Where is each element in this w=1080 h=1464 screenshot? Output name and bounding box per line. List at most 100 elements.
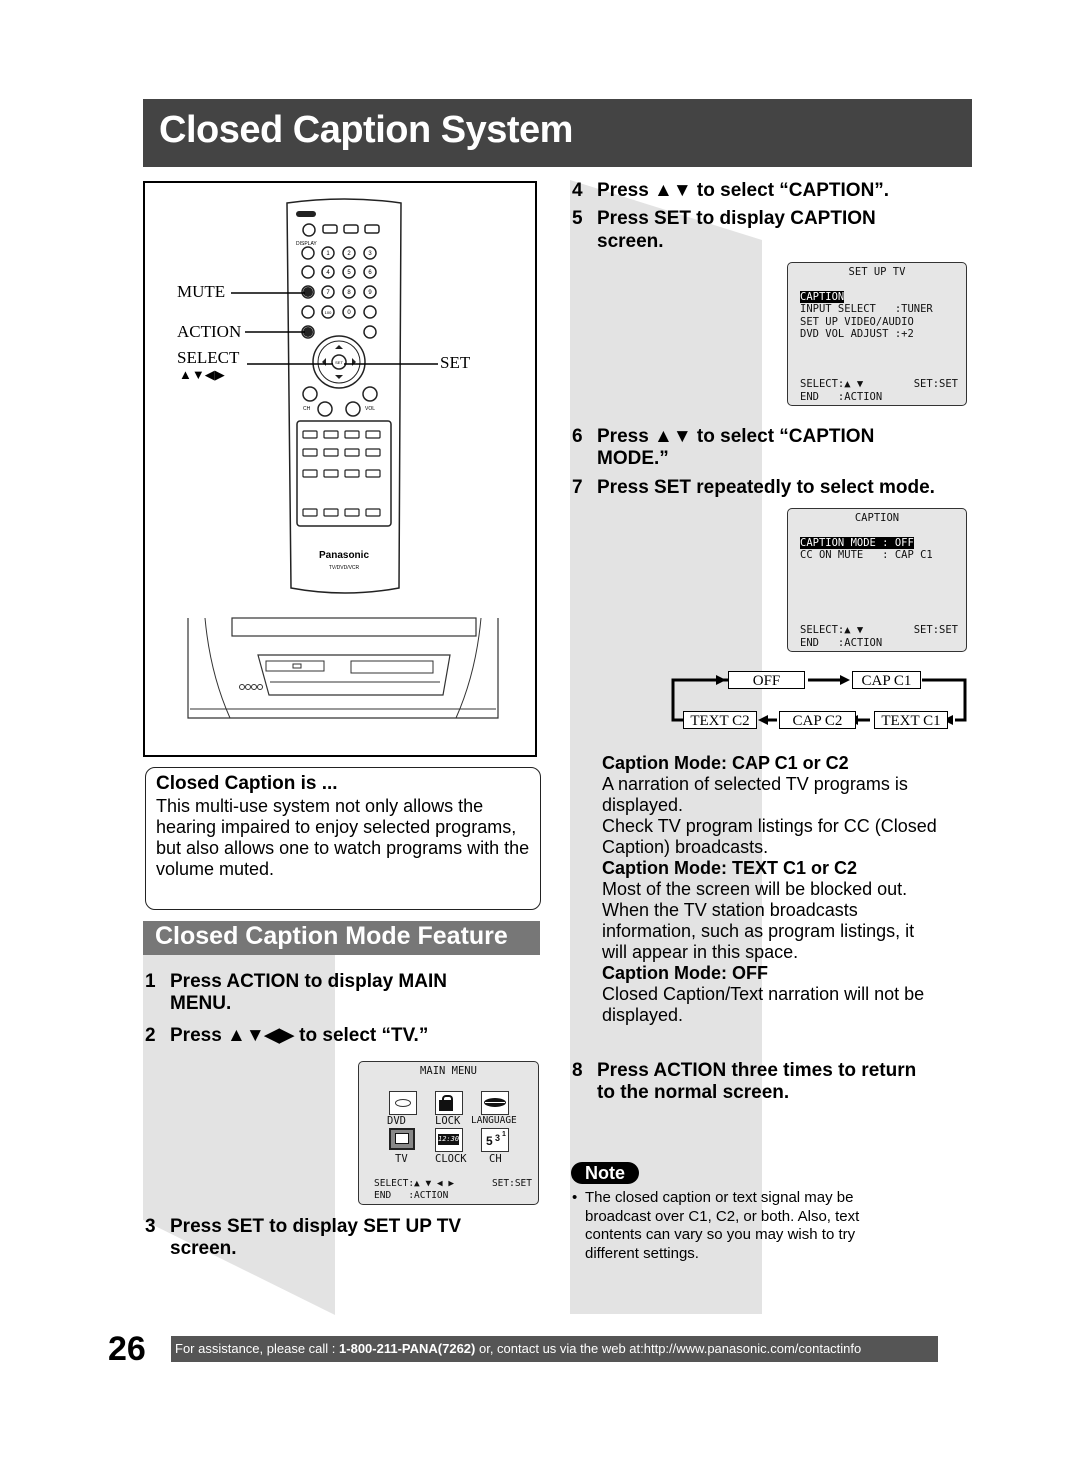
note-text: • The closed caption or text signal may … [572, 1189, 952, 1263]
mode-desc-heading: Caption Mode: TEXT C1 or C2 [602, 858, 858, 878]
setup-tv-screen: SET UP TV CAPTION INPUT SELECT :TUNER SE… [787, 262, 967, 406]
step-7: 7 Press SET repeatedly to select mode. [572, 477, 972, 499]
setup-row-video-audio[interactable]: SET UP VIDEO/AUDIO [800, 316, 914, 329]
section-title-bar: Closed Caption Mode Feature [143, 921, 540, 955]
svg-text:VOL: VOL [365, 406, 375, 412]
step-2: 2 Press ▲▼◀▶ to select “TV.” [145, 1025, 545, 1047]
lock-icon [435, 1091, 463, 1115]
closed-caption-info-box: Closed Caption is ... This multi-use sys… [145, 767, 541, 910]
arrow-to-cap-c1 [840, 675, 850, 685]
action-callout: ACTION [177, 322, 242, 341]
menu-item-tv[interactable]: TV [395, 1153, 408, 1166]
step-text: Press ▲▼◀▶ to select “TV.” [170, 1025, 429, 1046]
osd-select-hint: SELECT:▲ ▼ ◀ ▶ [374, 1178, 455, 1189]
step-3: 3 Press SET to display SET UP TV screen. [145, 1216, 545, 1260]
section-title: Closed Caption Mode Feature [155, 922, 508, 950]
tv-icon [389, 1128, 415, 1150]
note-line: The closed caption or text signal may be [585, 1189, 854, 1206]
setup-row-input-select[interactable]: INPUT SELECT :TUNER [800, 303, 933, 316]
caption-screen: CAPTION CAPTION MODE : OFF CC ON MUTE : … [787, 508, 967, 652]
step-number: 6 [572, 426, 583, 447]
grey-band-right [570, 180, 762, 1314]
mode-desc-line: Most of the screen will be blocked out. [602, 879, 908, 899]
step-text: Press SET repeatedly to select mode. [597, 477, 935, 498]
note-line: broadcast over C1, C2, or both. Also, te… [585, 1207, 860, 1225]
arrow-to-text-c2 [758, 715, 768, 725]
page-title: Closed Caption System [159, 109, 573, 151]
step-text: MENU. [170, 993, 232, 1014]
mode-cap-c1: CAP C1 [852, 671, 921, 689]
info-box-body: This multi-use system not only allows th… [156, 796, 530, 879]
arrow-to-off [716, 675, 726, 685]
footer-prefix: For assistance, please call : [175, 1341, 340, 1356]
mode-desc-line: displayed. [602, 795, 684, 815]
set-callout: SET [440, 353, 471, 372]
step-6: 6 Press ▲▼ to select “CAPTION MODE.” [572, 426, 972, 470]
svg-text:CH: CH [303, 406, 311, 412]
info-box-heading: Closed Caption is ... [156, 773, 338, 794]
step-number: 7 [572, 477, 583, 498]
mode-text-c2: TEXT C2 [683, 711, 757, 729]
mode-desc-line: Check TV program listings for CC (Closed [602, 816, 937, 836]
page-number: 26 [108, 1330, 146, 1368]
osd-title: SET UP TV [848, 266, 906, 278]
step-8: 8 Press ACTION three times to return to … [572, 1060, 972, 1104]
step-text: Press ACTION three times to return [597, 1060, 917, 1081]
mute-callout: MUTE [177, 282, 226, 301]
mode-desc-line: When the TV station broadcasts [602, 900, 858, 920]
clock-icon: 12:30 [435, 1128, 463, 1152]
menu-item-language[interactable]: LANGUAGE [471, 1115, 517, 1128]
step-text: Press ▲▼ to select “CAPTION [597, 426, 875, 447]
caption-row-mode[interactable]: CAPTION MODE : OFF [800, 537, 914, 549]
step-text: to the normal screen. [597, 1082, 790, 1103]
osd-end-hint: END :ACTION [800, 637, 883, 649]
remote-brand-text: Panasonic [319, 550, 369, 561]
footer-url-link[interactable]: http://www.panasonic.com/contactinfo [644, 1341, 862, 1356]
menu-item-dvd[interactable]: DVD [387, 1115, 406, 1128]
step-text: Press ▲▼ to select “CAPTION”. [597, 180, 890, 201]
osd-set-hint: SET:SET [913, 378, 958, 390]
mode-desc-line: Caption) broadcasts. [602, 837, 769, 857]
mode-desc-heading: Caption Mode: CAP C1 or C2 [602, 753, 849, 773]
mode-desc-line: will appear in this space. [602, 942, 799, 962]
mode-text-c1: TEXT C1 [874, 711, 948, 729]
svg-text:TV/DVD/VCR: TV/DVD/VCR [329, 565, 360, 571]
step-text: screen. [170, 1238, 237, 1259]
step-4: 4 Press ▲▼ to select “CAPTION”. [572, 180, 972, 202]
step-text: screen. [597, 231, 664, 252]
svg-text:DISPLAY: DISPLAY [296, 241, 317, 247]
setup-row-caption[interactable]: CAPTION [800, 291, 845, 303]
disc-icon [389, 1091, 417, 1115]
mode-off: OFF [728, 671, 805, 689]
bullet-icon: • [572, 1189, 578, 1206]
step-number: 4 [572, 180, 583, 201]
page-title-bar: Closed Caption System [143, 99, 972, 167]
svg-text:SET: SET [335, 360, 343, 365]
mode-desc-line: information, such as program listings, i… [602, 921, 915, 941]
menu-item-lock[interactable]: LOCK [435, 1115, 460, 1128]
channel-icon: 5 3 1 [481, 1128, 509, 1152]
footer-middle: or, contact us via the web at: [475, 1341, 644, 1356]
osd-title: CAPTION [854, 512, 900, 524]
step-number: 1 [145, 971, 156, 992]
step-1: 1 Press ACTION to display MAIN MENU. [145, 971, 545, 1015]
osd-select-hint: SELECT:▲ ▼ [800, 624, 864, 636]
step-text: Press SET to display SET UP TV [170, 1216, 462, 1237]
setup-row-dvd-vol[interactable]: DVD VOL ADJUST :+2 [800, 328, 914, 341]
step-5: 5 Press SET to display CAPTION screen. [572, 208, 972, 252]
main-menu-screen: MAIN MENU DVD LOCK LANGUAGE 12:30 5 3 1 … [358, 1061, 539, 1205]
mode-desc-line: Closed Caption/Text narration will not b… [602, 984, 925, 1004]
lips-icon [481, 1091, 509, 1115]
note-badge: Note [571, 1162, 639, 1184]
footer-phone[interactable]: 1-800-211-PANA(7262) [339, 1341, 475, 1356]
caption-row-cc-on-mute[interactable]: CC ON MUTE : CAP C1 [800, 549, 933, 562]
mode-desc-heading: Caption Mode: OFF [602, 963, 768, 983]
assistance-footer: For assistance, please call : 1-800-211-… [171, 1336, 938, 1362]
osd-end-hint: END :ACTION [374, 1190, 449, 1201]
clock-icon-text: 12:30 [438, 1134, 460, 1145]
step-text: MODE.” [597, 448, 669, 469]
menu-item-clock[interactable]: CLOCK [435, 1153, 467, 1166]
step-number: 2 [145, 1025, 156, 1046]
note-line: different settings. [585, 1244, 699, 1262]
menu-item-ch[interactable]: CH [489, 1153, 502, 1166]
